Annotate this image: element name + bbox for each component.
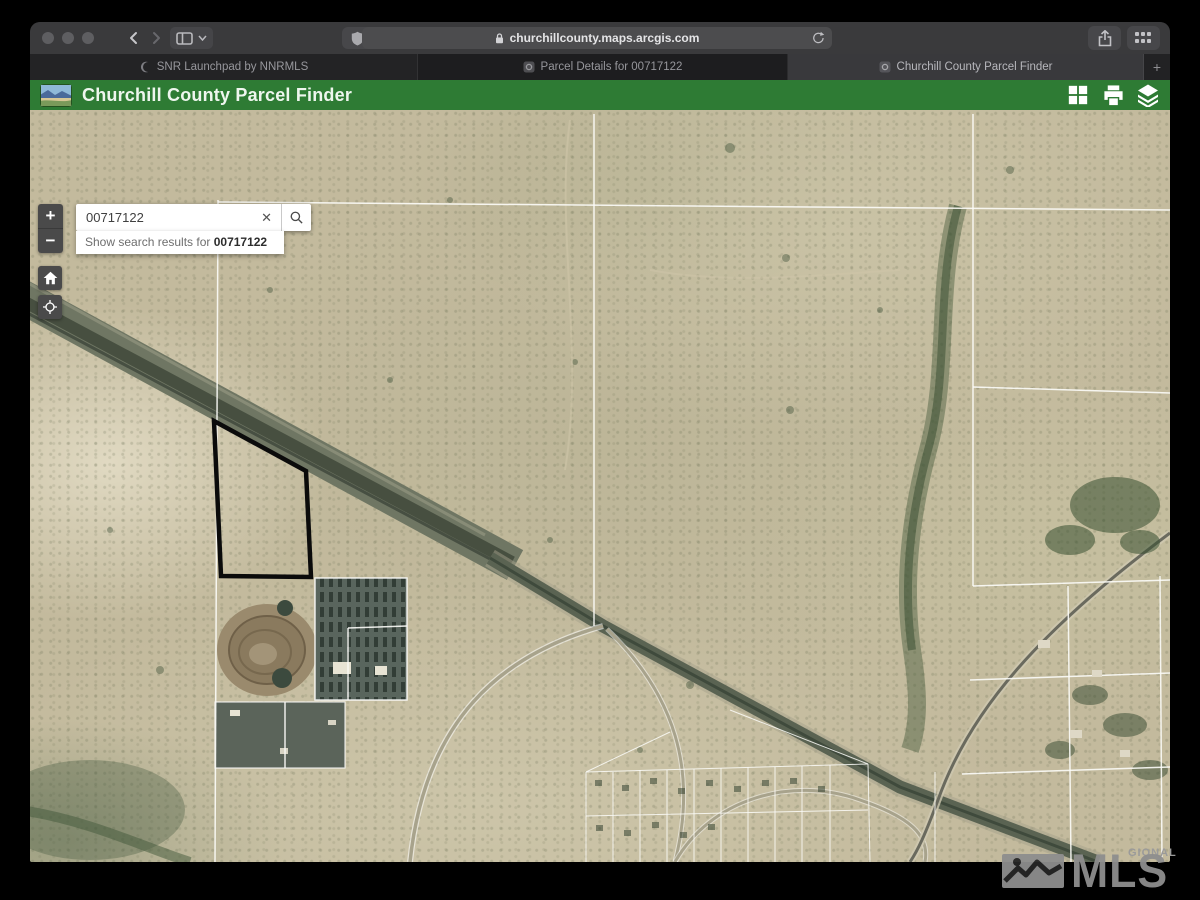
tab-bar: SNR Launchpad by NNRMLS Parcel Details f… bbox=[30, 54, 1170, 80]
mls-mountain-logo bbox=[1002, 854, 1064, 888]
home-icon bbox=[43, 271, 58, 285]
tab-label: Parcel Details for 00717122 bbox=[541, 61, 683, 73]
print-button[interactable] bbox=[1101, 83, 1125, 107]
creek-vegetation bbox=[908, 206, 958, 750]
sidebar-toggle-button[interactable] bbox=[170, 27, 213, 49]
search-input[interactable]: 00717122 bbox=[76, 210, 252, 225]
share-icon bbox=[1097, 30, 1113, 47]
tab-label: Churchill County Parcel Finder bbox=[897, 61, 1053, 73]
tab-snr-launchpad[interactable]: SNR Launchpad by NNRMLS bbox=[30, 54, 418, 80]
tab1-favicon bbox=[139, 61, 151, 73]
chevron-down-icon bbox=[198, 35, 207, 41]
county-logo bbox=[40, 84, 72, 107]
chevron-left-icon bbox=[131, 33, 136, 43]
parcel-search-box[interactable]: 00717122 ✕ bbox=[76, 204, 311, 231]
lock-icon bbox=[495, 33, 504, 44]
map-canvas[interactable]: + − 00717122 ✕ Show search results for 0… bbox=[30, 110, 1170, 862]
search-submit-button[interactable] bbox=[282, 204, 311, 231]
apps-grid-icon bbox=[1067, 84, 1089, 106]
apps-grid-button[interactable] bbox=[1066, 83, 1090, 107]
locate-button[interactable] bbox=[38, 295, 62, 319]
zoom-control: + − bbox=[38, 204, 63, 253]
mls-watermark-text: MLS bbox=[1071, 851, 1168, 891]
locate-crosshair-icon bbox=[42, 299, 58, 315]
tab2-favicon bbox=[523, 61, 535, 73]
plus-icon: + bbox=[1153, 59, 1161, 75]
zoom-window-icon[interactable] bbox=[82, 32, 94, 44]
suggestion-term: 00717122 bbox=[214, 235, 267, 249]
forward-button[interactable] bbox=[144, 26, 168, 50]
browser-window: churchillcounty.maps.arcgis.com SNR Laun… bbox=[30, 22, 1170, 862]
gravel-pit bbox=[217, 600, 317, 696]
traffic-lights bbox=[42, 32, 94, 44]
subdivision-houses bbox=[595, 778, 825, 838]
tab-parcel-finder-active[interactable]: Churchill County Parcel Finder bbox=[788, 54, 1144, 80]
clear-search-button[interactable]: ✕ bbox=[252, 210, 281, 226]
search-suggestion[interactable]: Show search results for 00717122 bbox=[76, 231, 284, 254]
print-icon bbox=[1102, 84, 1125, 107]
tab-label: SNR Launchpad by NNRMLS bbox=[157, 61, 309, 73]
new-tab-button[interactable]: + bbox=[1144, 54, 1170, 80]
ramp-road bbox=[410, 626, 603, 862]
zoom-in-button[interactable]: + bbox=[38, 204, 63, 228]
back-button[interactable] bbox=[122, 26, 146, 50]
layers-button[interactable] bbox=[1136, 83, 1160, 107]
tab-grid-icon bbox=[1135, 32, 1152, 44]
reload-button[interactable] bbox=[811, 31, 825, 48]
minimize-window-icon[interactable] bbox=[62, 32, 74, 44]
tab-overview-button[interactable] bbox=[1127, 26, 1160, 50]
tab-parcel-details[interactable]: Parcel Details for 00717122 bbox=[418, 54, 788, 80]
chevron-right-icon bbox=[154, 33, 159, 43]
close-window-icon[interactable] bbox=[42, 32, 54, 44]
home-extent-button[interactable] bbox=[38, 266, 62, 290]
browser-toolbar: churchillcounty.maps.arcgis.com bbox=[30, 22, 1170, 54]
page-title: Churchill County Parcel Finder bbox=[82, 85, 352, 106]
feedlot bbox=[315, 578, 407, 700]
sidebar-icon bbox=[176, 32, 193, 45]
url-text: churchillcounty.maps.arcgis.com bbox=[510, 31, 700, 45]
mls-watermark: MLS bbox=[1002, 851, 1173, 891]
app-header: Churchill County Parcel Finder bbox=[30, 80, 1170, 110]
tab3-favicon bbox=[879, 61, 891, 73]
zoom-out-button[interactable]: − bbox=[38, 228, 63, 253]
reload-icon bbox=[811, 31, 825, 45]
layers-icon bbox=[1136, 83, 1160, 107]
suggestion-prefix: Show search results for bbox=[85, 235, 214, 249]
search-icon bbox=[289, 210, 304, 225]
share-button[interactable] bbox=[1088, 26, 1121, 50]
address-bar[interactable]: churchillcounty.maps.arcgis.com bbox=[362, 27, 832, 49]
